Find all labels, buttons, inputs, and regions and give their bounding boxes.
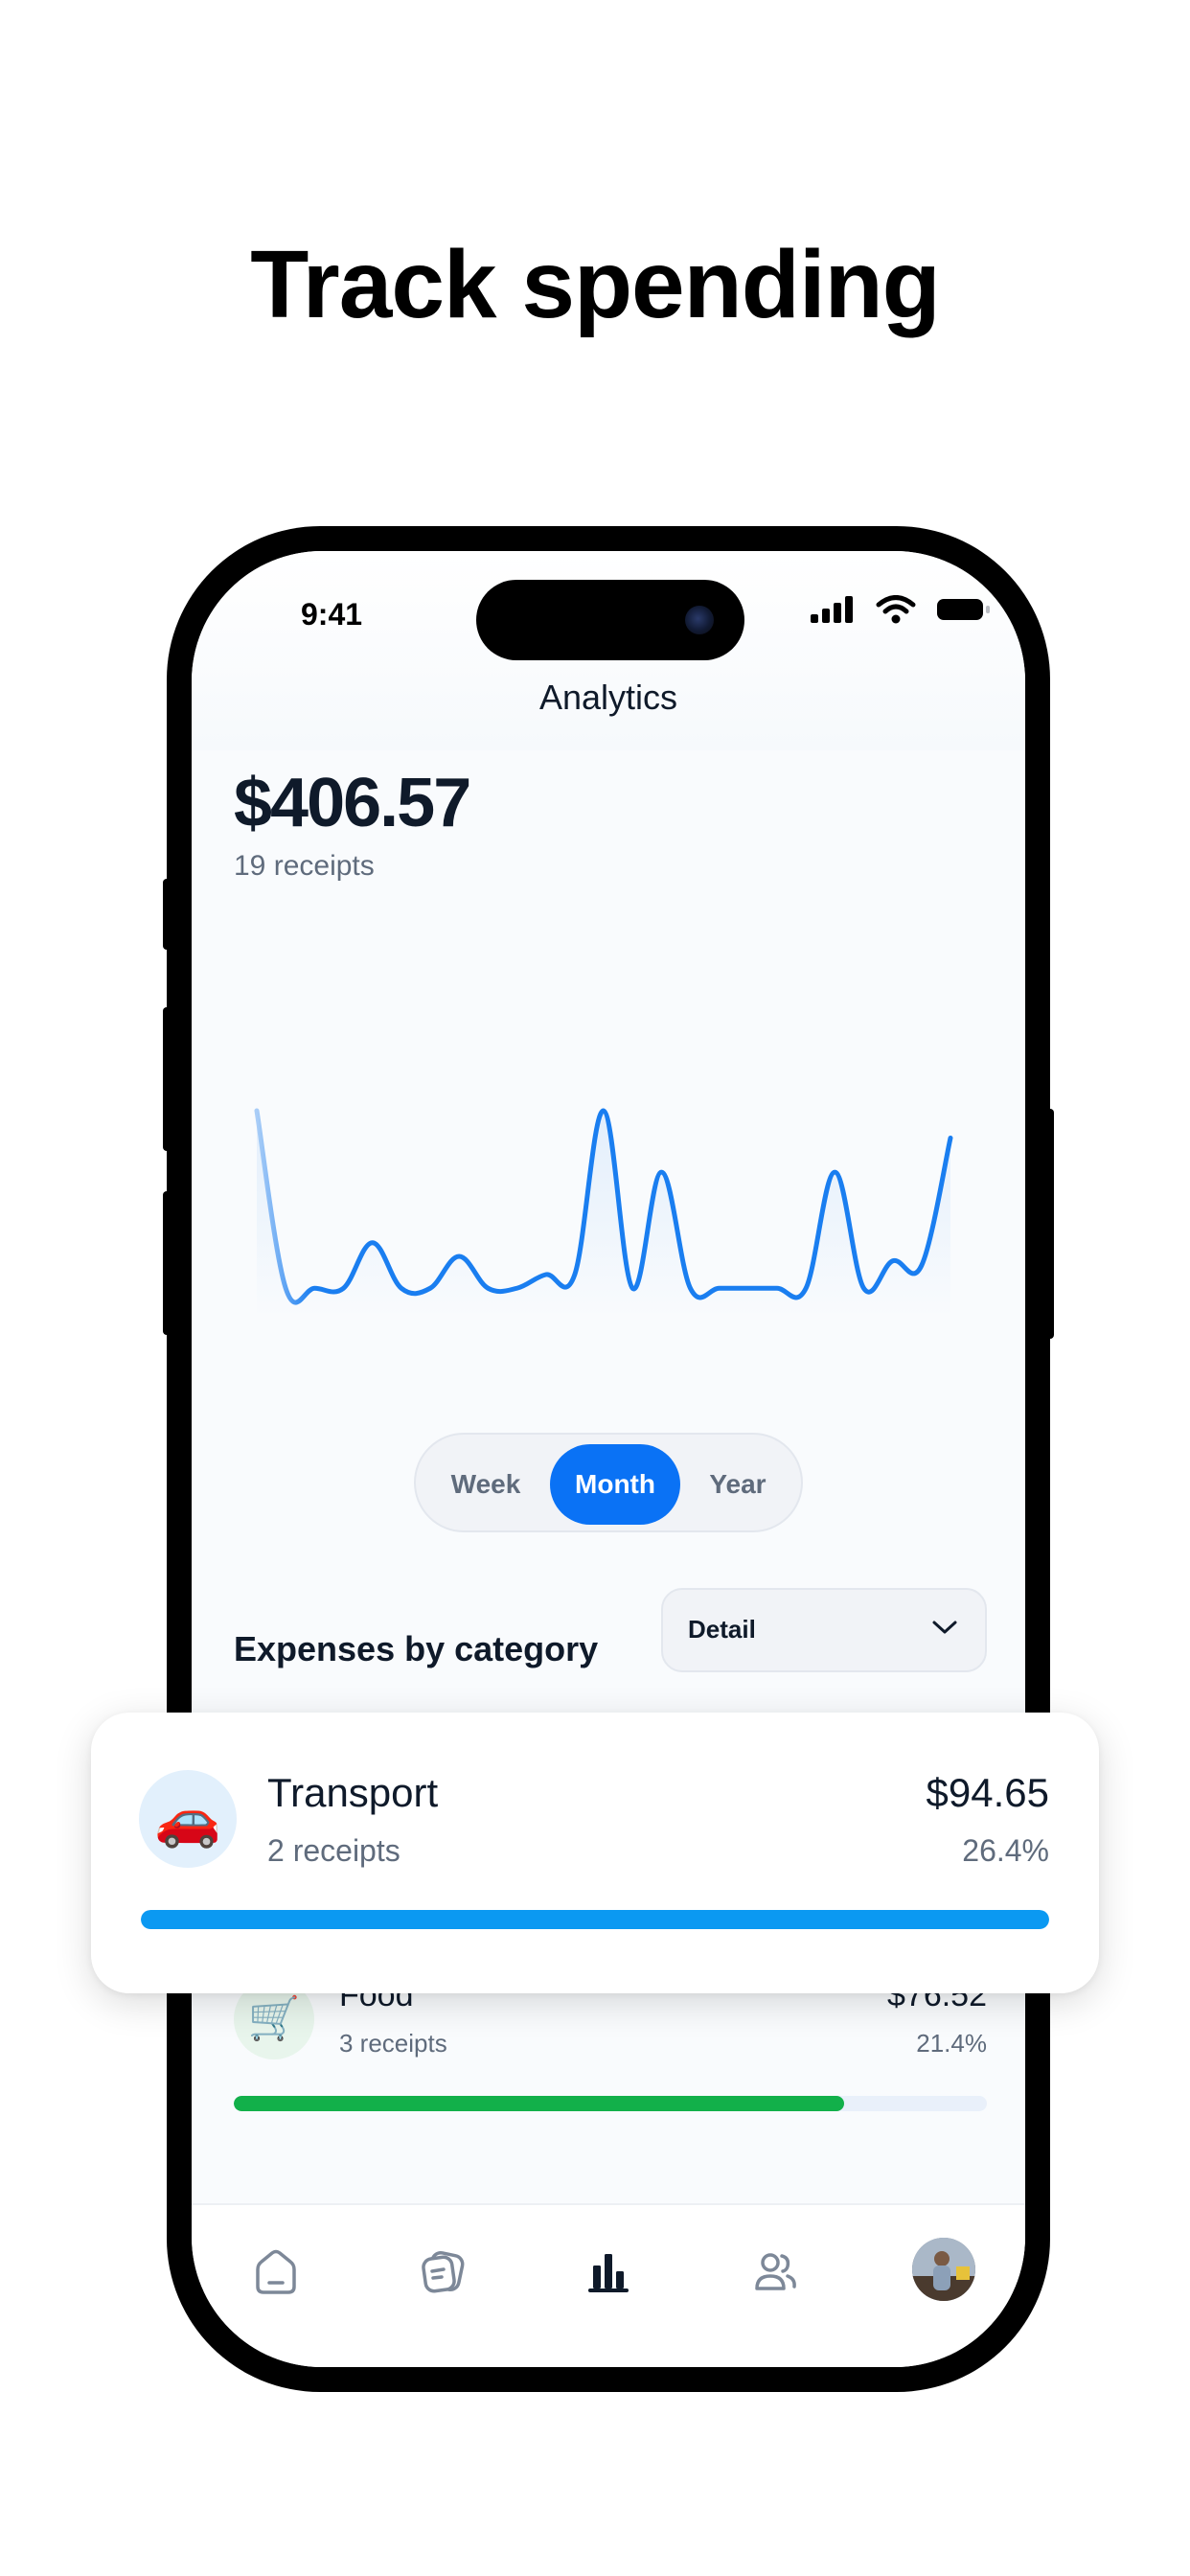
tab-bar [192,2203,1025,2367]
food-category-receipts: 3 receipts [339,2029,447,2058]
spending-chart [254,1108,953,1318]
car-icon: 🚗 [139,1770,237,1868]
detail-dropdown[interactable]: Detail [661,1588,987,1672]
tab-year[interactable]: Year [684,1444,791,1525]
expenses-by-category-title: Expenses by category [234,1629,599,1668]
headline: Track spending [250,231,941,338]
period-segmented-control: Week Month Year [414,1433,803,1532]
people-icon[interactable] [746,2243,804,2301]
profile-avatar[interactable] [912,2238,975,2301]
total-amount: $406.57 [234,765,471,841]
food-progress-fill [234,2096,844,2111]
food-category-percent: 21.4% [916,2029,987,2058]
volume-up-button [163,1007,171,1151]
food-progress-track [234,2096,987,2111]
tab-week[interactable]: Week [425,1444,546,1525]
screen: 9:41 Analytics $406.57 19 receipts Week … [192,551,1025,2367]
transport-category-name: Transport [267,1770,439,1815]
volume-down-button [163,1191,171,1335]
home-icon[interactable] [247,2243,305,2301]
transport-progress-track [141,1910,1049,1929]
food-emoji: 🛒 [247,1995,301,2042]
transport-category-percent: 26.4% [962,1833,1049,1868]
transport-category-amount: $94.65 [926,1770,1049,1815]
chevron-down-icon [932,1621,957,1634]
category-card-transport[interactable]: 🚗 Transport $94.65 2 receipts 26.4% [91,1713,1099,1993]
battery-icon [937,599,990,620]
page-title: Analytics [538,678,678,717]
receipts-icon[interactable] [414,2243,471,2301]
transport-progress-fill [141,1910,1049,1929]
analytics-icon[interactable] [580,2243,637,2301]
transport-category-receipts: 2 receipts [267,1833,400,1868]
receipts-count: 19 receipts [234,850,375,882]
cellular-signal-icon [811,596,853,623]
status-icons [811,595,991,624]
action-button [163,879,171,950]
tab-month[interactable]: Month [550,1444,680,1525]
dynamic-island [476,580,744,660]
camera-icon [685,606,714,634]
phone-frame: 9:41 Analytics $406.57 19 receipts Week … [163,526,1054,2392]
power-button [1046,1109,1054,1339]
status-time: 9:41 [301,597,363,632]
transport-emoji: 🚗 [154,1788,221,1849]
detail-dropdown-label: Detail [688,1615,756,1644]
wifi-icon [876,595,916,624]
